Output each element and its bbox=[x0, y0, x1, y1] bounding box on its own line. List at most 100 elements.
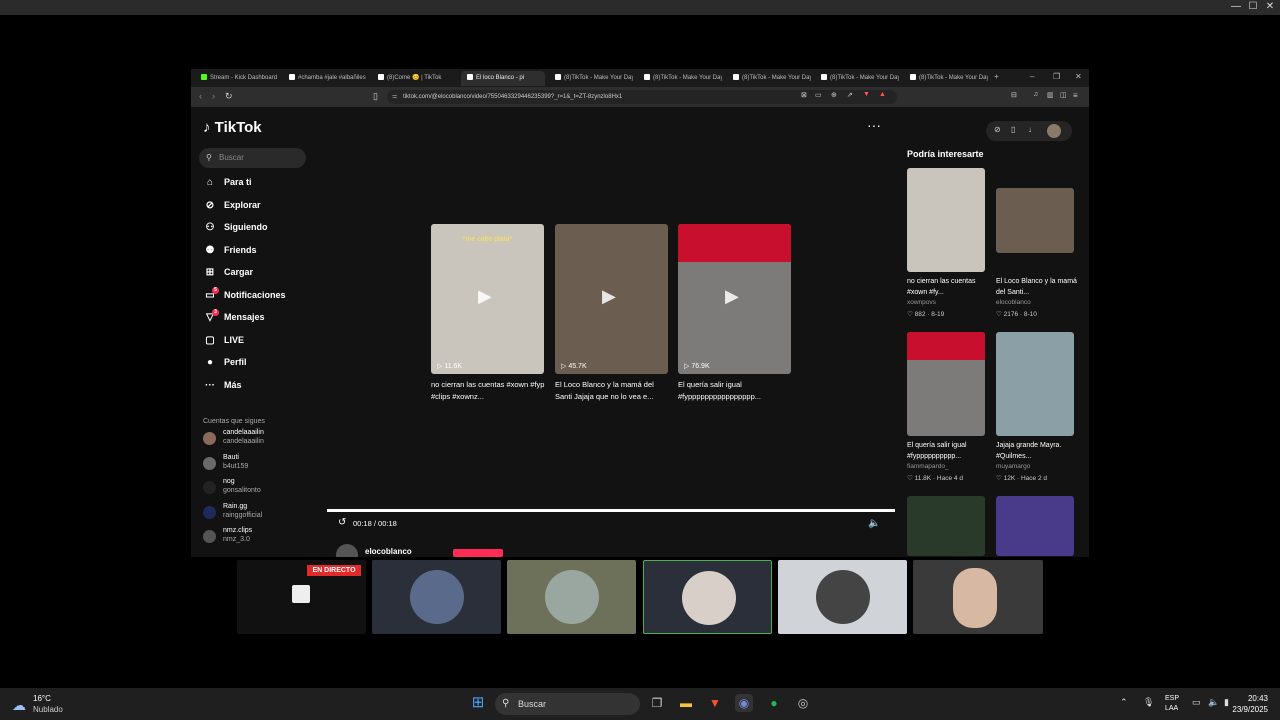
zoom-icon[interactable]: ⊕ bbox=[831, 91, 837, 99]
compass-icon: ⊘ bbox=[205, 199, 215, 211]
sidebar-icon[interactable]: ⊟ bbox=[1011, 91, 1017, 99]
close-icon[interactable]: ✕ bbox=[1075, 72, 1082, 81]
suggested-thumbnail[interactable] bbox=[996, 188, 1074, 253]
start-icon[interactable]: ⊞ bbox=[469, 694, 487, 712]
nav-item-notificaciones[interactable]: ▭ 5 Notificaciones bbox=[203, 286, 286, 303]
restore-icon[interactable]: ❐ bbox=[1053, 72, 1060, 81]
browser-tab[interactable]: El loco Blanco - pi bbox=[461, 71, 545, 86]
participant-tile[interactable] bbox=[507, 560, 636, 634]
music-icon[interactable]: ♫ bbox=[1033, 91, 1038, 98]
wallet-icon[interactable]: ◫ bbox=[1060, 91, 1067, 99]
webcam-tile[interactable] bbox=[913, 560, 1043, 634]
video-thumbnail[interactable]: *me cobo plata* ▶ ▷ 11.6K bbox=[431, 224, 544, 374]
spotify-icon[interactable]: ● bbox=[765, 694, 783, 712]
nav-item-para-ti[interactable]: ⌂ Para ti bbox=[203, 174, 252, 190]
nav-item-mensajes[interactable]: ▽ 3 Mensajes bbox=[203, 309, 265, 325]
following-account[interactable]: candelaaailin candelaaailin bbox=[203, 427, 313, 449]
plus-icon[interactable]: + bbox=[994, 72, 999, 81]
battery-icon[interactable]: ▮ bbox=[1224, 697, 1229, 708]
favicon-icon bbox=[378, 74, 384, 81]
progress-bar[interactable] bbox=[327, 509, 895, 512]
discord-icon[interactable]: ◉ bbox=[735, 694, 753, 712]
suggested-thumbnail[interactable] bbox=[907, 496, 985, 556]
following-account[interactable]: Rain.gg rainggofficial bbox=[203, 501, 313, 523]
live-icon: ▢ bbox=[205, 334, 215, 346]
brave-shield-icon[interactable]: ▼ bbox=[863, 91, 870, 98]
participant-tile[interactable] bbox=[372, 560, 501, 634]
language-indicator[interactable]: ESP LAA bbox=[1165, 694, 1179, 714]
cloud-icon: ☁ bbox=[12, 697, 26, 713]
download-icon[interactable]: ↓ bbox=[1028, 125, 1032, 134]
video-thumbnail[interactable]: ▶ ▷ 45.7K bbox=[555, 224, 668, 374]
menu-icon[interactable]: ≡ bbox=[1073, 91, 1078, 100]
file-explorer-icon[interactable]: ▬ bbox=[677, 694, 695, 712]
search-input[interactable]: ⚲ Buscar bbox=[199, 148, 306, 168]
browser-tab[interactable]: (8)Come 😊 | TikTok bbox=[372, 71, 456, 86]
panel-icon[interactable]: ▥ bbox=[1047, 91, 1054, 99]
suggested-thumbnail[interactable] bbox=[996, 496, 1074, 556]
notification-badge: 3 bbox=[212, 309, 219, 316]
browser-tab[interactable]: #chamba #jale #albañiles bbox=[283, 71, 367, 86]
nav-item-live[interactable]: ▢ LIVE bbox=[203, 332, 244, 348]
nav-item-siguiendo[interactable]: ⚇ Siguiendo bbox=[203, 219, 268, 235]
share-icon[interactable]: ⇗ bbox=[847, 91, 853, 99]
avatar[interactable] bbox=[336, 544, 358, 557]
site-info-icon[interactable]: ⚌ bbox=[392, 90, 397, 104]
browser-tab[interactable]: (8)TikTok - Make Your Day bbox=[549, 71, 633, 86]
cast-icon[interactable]: ▭ bbox=[815, 91, 822, 99]
following-account[interactable]: nog gonsalitonto bbox=[203, 476, 313, 498]
video-title[interactable]: El Loco Blanco y la mamá del Santi Jajaj… bbox=[555, 379, 671, 403]
back-icon[interactable]: ‹ bbox=[199, 91, 202, 101]
thumbnail-banner bbox=[678, 224, 791, 262]
taskbar-search[interactable]: ⚲ Buscar bbox=[495, 693, 640, 715]
device-icon[interactable]: ▯ bbox=[1011, 125, 1015, 134]
network-icon[interactable]: ▭ bbox=[1192, 697, 1201, 708]
replay-icon[interactable]: ↺ bbox=[338, 517, 346, 528]
author-name[interactable]: elocoblanco bbox=[365, 547, 412, 556]
task-view-icon[interactable]: ❐ bbox=[648, 694, 666, 712]
compass-icon[interactable]: ⊘ bbox=[994, 125, 1001, 134]
browser-tab[interactable]: (8)TikTok - Make Your Day bbox=[904, 71, 988, 86]
nav-item-más[interactable]: ··· Más bbox=[203, 377, 242, 393]
nav-item-perfil[interactable]: ● Perfil bbox=[203, 354, 247, 370]
browser-tab[interactable]: (8)TikTok - Make Your Day bbox=[638, 71, 722, 86]
chevron-up-icon[interactable]: ⌃ bbox=[1120, 697, 1128, 708]
obs-icon[interactable]: ◎ bbox=[794, 694, 812, 712]
video-thumbnail[interactable]: ▶ ▷ 76.9K bbox=[678, 224, 791, 374]
following-account[interactable]: nmz.clips nmz_3.0 bbox=[203, 525, 313, 547]
video-title[interactable]: El quería salir igual #fyppppppppppppppp… bbox=[678, 379, 794, 403]
follow-button[interactable] bbox=[453, 549, 503, 557]
speaker-icon[interactable]: 🔈 bbox=[1208, 697, 1219, 708]
mic-icon[interactable]: 🎙 bbox=[1143, 697, 1154, 708]
nav-item-cargar[interactable]: ⊞ Cargar bbox=[203, 264, 253, 280]
play-icon: ▶ bbox=[602, 286, 616, 306]
clock[interactable]: 20:43 23/9/2025 bbox=[1232, 693, 1268, 715]
suggested-thumbnail[interactable] bbox=[996, 332, 1074, 436]
rewards-icon[interactable]: ▲ bbox=[879, 91, 886, 98]
more-options-icon[interactable]: ··· bbox=[867, 117, 881, 133]
browser-tab[interactable]: Stream - Kick Dashboard bbox=[195, 71, 279, 86]
close-icon[interactable]: ✕ bbox=[1260, 1, 1280, 12]
nav-item-explorar[interactable]: ⊘ Explorar bbox=[203, 197, 261, 213]
weather-temp: 16°C bbox=[33, 694, 51, 703]
browser-tab[interactable]: (8)TikTok - Make Your Day bbox=[727, 71, 811, 86]
profile-avatar[interactable] bbox=[1047, 124, 1061, 138]
search-icon: ⚲ bbox=[502, 698, 510, 709]
brave-browser-icon[interactable]: ▼ bbox=[706, 694, 724, 712]
avatar bbox=[682, 571, 736, 625]
bookmark-icon[interactable]: ▯ bbox=[373, 91, 378, 102]
participant-tile[interactable] bbox=[643, 560, 772, 634]
browser-tab[interactable]: (8)TikTok - Make Your Day bbox=[815, 71, 899, 86]
mute-site-icon[interactable]: ⊠ bbox=[801, 91, 807, 99]
nav-item-friends[interactable]: ⚉ Friends bbox=[203, 242, 257, 258]
participant-tile[interactable] bbox=[778, 560, 907, 634]
suggested-thumbnail[interactable] bbox=[907, 168, 985, 272]
following-account[interactable]: Bauti b4ut159 bbox=[203, 452, 313, 474]
tiktok-logo[interactable]: ♪ TikTok bbox=[203, 119, 262, 136]
minimize-icon[interactable]: – bbox=[1030, 72, 1034, 81]
video-title[interactable]: no cierran las cuentas #xown #fyp #clips… bbox=[431, 379, 547, 403]
volume-icon[interactable]: 🔈 bbox=[868, 518, 880, 529]
reload-icon[interactable]: ↻ bbox=[225, 91, 233, 102]
forward-icon[interactable]: › bbox=[212, 91, 215, 101]
suggested-thumbnail[interactable] bbox=[907, 332, 985, 436]
